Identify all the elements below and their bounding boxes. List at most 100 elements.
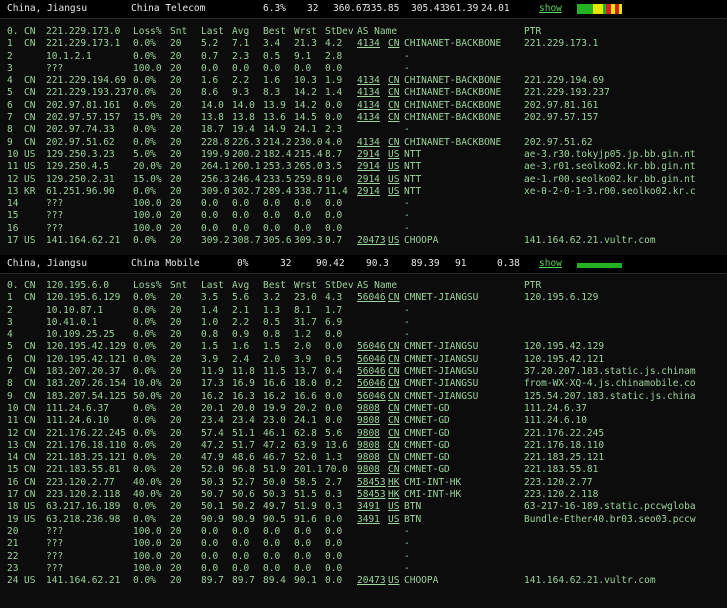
ascc-cell[interactable]: CN [388,292,399,304]
hop-cell: 15 [7,464,19,476]
host-cell: 221.229.193.237 [46,87,132,99]
ascc-cell[interactable]: CN [388,38,399,50]
hop-row: 5 CN 120.195.42.129 0.0% 20 1.5 1.6 1.5 2.0 0.0 56… [0,341,727,353]
asn-cell[interactable]: 20473 [357,575,386,587]
avg-cell: 89.7 [232,575,255,587]
ascc-cell[interactable]: CN [388,341,399,353]
wrst-cell: 91.6 [294,513,317,525]
show-link[interactable]: show [539,3,562,14]
show-link[interactable]: show [539,258,562,269]
loss-cell: 15.0% [133,112,162,124]
asn-cell[interactable]: 4134 [357,87,380,99]
asn-cell[interactable]: 4134 [357,75,380,87]
asn-cell[interactable]: 2914 [357,149,380,161]
ascc-cell[interactable]: US [388,174,399,186]
cc-cell: CN [24,124,36,136]
ascc-cell[interactable]: CN [388,112,399,124]
ascc-cell[interactable]: US [388,161,399,173]
asn-cell[interactable]: 9808 [357,464,380,476]
avg-cell: 2.1 [232,304,250,316]
telecom-header: China, Jiangsu China Telecom 6.3% 32 360… [0,0,727,19]
avg-cell: 0.0 [232,210,250,222]
ascc-cell[interactable]: CN [388,75,399,87]
ascc-cell[interactable]: US [388,575,399,587]
asn-cell[interactable]: 56046 [357,341,386,353]
asn-cell[interactable]: 2914 [357,186,380,198]
ascc-cell[interactable]: HK [388,477,399,489]
ascc-cell[interactable]: CN [388,354,399,366]
wrst-cell: 0.0 [294,562,312,574]
hop-cell: 10 [7,148,19,160]
asn-cell[interactable]: 20473 [357,235,386,247]
best-cell: 3.2 [263,292,281,304]
stdev-cell: 0.0 [325,210,343,222]
ascc-cell[interactable]: US [388,186,399,198]
latency-bar-segment [577,4,593,14]
ascc-cell[interactable]: US [388,501,399,513]
stdev-cell: 9.0 [325,173,343,185]
asn-cell[interactable]: 56046 [357,391,386,403]
ascc-cell[interactable]: CN [388,366,399,378]
cc-cell: CN [24,402,36,414]
asn-cell[interactable]: 9808 [357,415,380,427]
asname-cell: CMI-INT-HK [404,489,462,501]
ascc-cell[interactable]: CN [388,100,399,112]
asn-cell[interactable]: 4134 [357,100,380,112]
asn-cell[interactable]: 58453 [357,477,386,489]
ascc-cell[interactable]: US [388,149,399,161]
hop-row: 5 CN 221.229.193.237 0.0% 20 8.6 9.3 8.3 14.2 1.4… [0,87,727,99]
asn-cell[interactable]: 56046 [357,354,386,366]
wrst-cell: 14.2 [294,99,317,111]
host-cell: ??? [46,562,64,574]
host-cell: 221.229.194.69 [46,75,127,87]
loss-cell: 40.0% [133,476,162,488]
ascc-cell[interactable]: HK [388,489,399,501]
best-cell: 13.9 [263,99,286,111]
ascc-cell[interactable]: CN [388,87,399,99]
ascc-cell[interactable]: CN [388,415,399,427]
asn-cell[interactable]: 9808 [357,403,380,415]
hop-row: 6 CN 120.195.42.121 0.0% 20 3.9 2.4 2.0 3.9 0.5 56… [0,354,727,366]
hop-cell: 6 [7,353,13,365]
location-label: China, Jiangsu [7,3,88,14]
ascc-cell[interactable]: CN [388,452,399,464]
avg-col: Avg [232,280,250,291]
avg-cell: 9.3 [232,87,250,99]
asn-cell[interactable]: 58453 [357,489,386,501]
ascc-cell[interactable]: US [388,235,399,247]
ascc-cell[interactable]: CN [388,464,399,476]
ascc-cell[interactable]: CN [388,403,399,415]
asn-cell[interactable]: 3491 [357,501,380,513]
cc-cell: US [24,235,36,247]
host-cell: ??? [46,210,64,222]
snt-cell: 20 [170,575,182,587]
hop-cell: 3 [7,316,13,328]
asn-cell[interactable]: 4134 [357,112,380,124]
ascc-cell[interactable]: CN [388,440,399,452]
ascc-cell[interactable]: CN [388,391,399,403]
asn-cell[interactable]: 4134 [357,137,380,149]
asn-cell[interactable]: 56046 [357,378,386,390]
host-cell: 120.195.42.129 [46,341,127,353]
mobile-panel: China, Jiangsu China Mobile 0% 32 90.42 … [0,255,727,608]
ascc-cell[interactable]: CN [388,137,399,149]
asn-cell[interactable]: 56046 [357,292,386,304]
asn-cell[interactable]: 4134 [357,38,380,50]
asn-cell[interactable]: 9808 [357,452,380,464]
best-cell: 233.5 [263,173,292,185]
best-cell: 182.4 [263,148,292,160]
avg-cell: 2.3 [232,50,250,62]
asn-cell[interactable]: 2914 [357,161,380,173]
asn-cell[interactable]: 2914 [357,174,380,186]
asn-cell[interactable]: 3491 [357,514,380,526]
ascc-cell[interactable]: US [388,514,399,526]
ascc-cell[interactable]: CN [388,428,399,440]
ptr-cell: 141.164.62.21.vultr.com [524,575,656,587]
ascc-cell[interactable]: CN [388,378,399,390]
best-cell: 3.4 [263,38,281,50]
asn-cell[interactable]: 9808 [357,440,380,452]
asn-cell[interactable]: 56046 [357,366,386,378]
asn-cell[interactable]: 9808 [357,428,380,440]
ptr-cell: 221.229.193.237 [524,87,610,99]
avg-value: 335.85 [365,3,400,14]
